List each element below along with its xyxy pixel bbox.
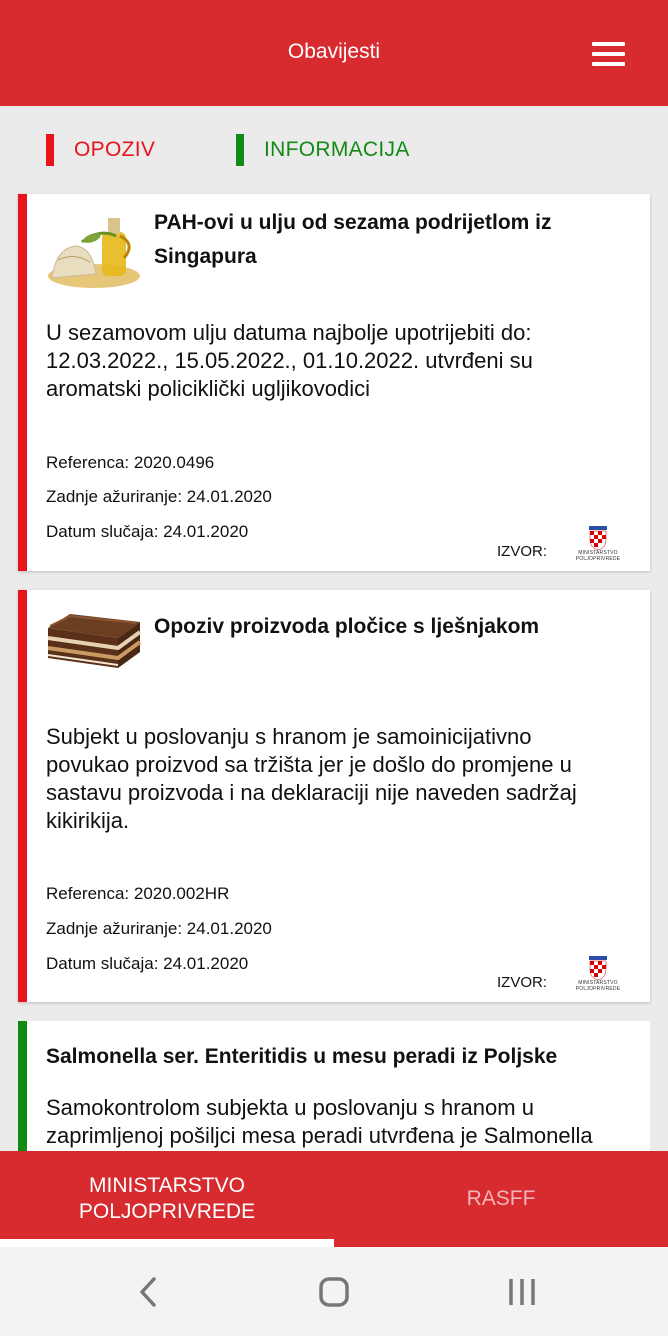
zadnje-azuriranje-text: Zadnje ažuriranje: 24.01.2020 xyxy=(46,919,272,938)
active-tab-indicator xyxy=(0,1239,334,1247)
notice-card[interactable]: Salmonella ser. Enteritidis u mesu perad… xyxy=(18,1021,650,1151)
legend-informacija-label: INFORMACIJA xyxy=(264,138,410,161)
card-body: U sezamovom ulju datuma najbolje upotrij… xyxy=(46,320,533,401)
page-title: Obavijesti xyxy=(287,40,381,63)
back-icon[interactable] xyxy=(118,1267,178,1317)
legend-informacija: INFORMACIJA xyxy=(236,134,410,166)
izvor-label: IZVOR: xyxy=(496,974,547,991)
ministry-logo-text: MINISTARSTVO POLJOPRIVREDE xyxy=(575,980,621,992)
recents-icon[interactable] xyxy=(492,1267,552,1317)
informacija-stripe xyxy=(18,1021,27,1151)
croatian-coat-of-arms-icon xyxy=(589,956,607,980)
opoziv-stripe xyxy=(18,590,27,1002)
home-icon[interactable] xyxy=(304,1267,364,1317)
opoziv-stripe xyxy=(18,194,27,571)
card-body: Subjekt u poslovanju s hranom je samoini… xyxy=(46,724,577,833)
card-body: Samokontrolom subjekta u poslovanju s hr… xyxy=(46,1095,593,1148)
informacija-color-marker xyxy=(236,134,244,166)
tab-rasff[interactable]: RASFF xyxy=(334,1151,668,1247)
croatian-coat-of-arms-icon xyxy=(589,526,607,550)
card-title: Opoziv proizvoda pločice s lješnjakom xyxy=(154,615,540,638)
hamburger-icon[interactable] xyxy=(588,38,628,70)
tab-ministarstvo-poljoprivrede[interactable]: MINISTARSTVO POLJOPRIVREDE xyxy=(0,1151,334,1247)
notice-card[interactable]: Opoziv proizvoda pločice s lješnjakom Su… xyxy=(18,590,650,1002)
referenca-text: Referenca: 2020.0496 xyxy=(46,453,215,472)
opoziv-color-marker xyxy=(46,134,54,166)
datum-slucaja-text: Datum slučaja: 24.01.2020 xyxy=(46,522,249,541)
izvor-label: IZVOR: xyxy=(496,543,547,560)
system-nav-bar xyxy=(0,1247,668,1336)
app-bar: Obavijesti xyxy=(0,0,668,106)
card-title: PAH-ovi u ulju od sezama podrijetlom iz … xyxy=(154,211,552,268)
referenca-text: Referenca: 2020.002HR xyxy=(46,884,230,903)
legend: OPOZIV INFORMACIJA xyxy=(0,106,668,194)
legend-opoziv: OPOZIV xyxy=(46,134,155,166)
sesame-oil-image xyxy=(46,208,142,288)
ministry-logo-text: MINISTARSTVO POLJOPRIVREDE xyxy=(575,550,621,562)
ministry-logo: MINISTARSTVO POLJOPRIVREDE xyxy=(574,526,622,576)
bottom-tab-bar: MINISTARSTVO POLJOPRIVREDE RASFF xyxy=(0,1151,668,1247)
legend-opoziv-label: OPOZIV xyxy=(74,138,156,161)
datum-slucaja-text: Datum slučaja: 24.01.2020 xyxy=(46,954,249,973)
card-title: Salmonella ser. Enteritidis u mesu perad… xyxy=(46,1045,558,1068)
zadnje-azuriranje-text: Zadnje ažuriranje: 24.01.2020 xyxy=(46,487,272,506)
hazelnut-wafer-image xyxy=(46,612,142,676)
ministry-logo: MINISTARSTVO POLJOPRIVREDE xyxy=(574,956,622,1006)
notice-card[interactable]: PAH-ovi u ulju od sezama podrijetlom iz … xyxy=(18,194,650,571)
